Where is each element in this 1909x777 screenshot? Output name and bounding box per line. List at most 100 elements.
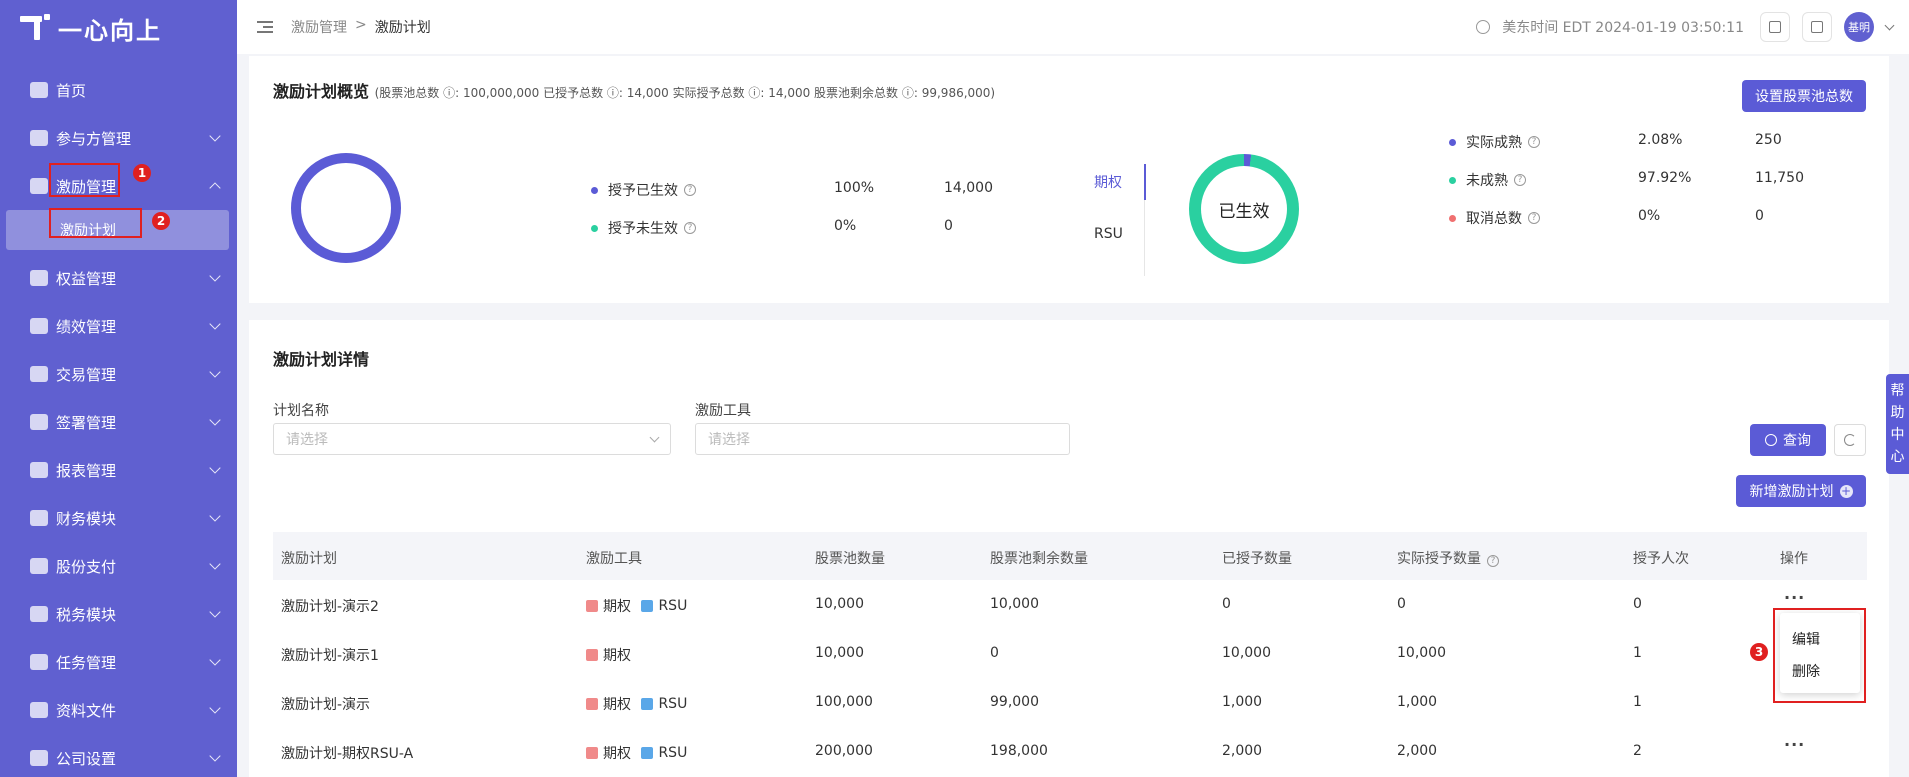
remain-cell: 0 [990, 645, 999, 661]
legend-value: 0 [944, 218, 953, 234]
sidebar-item-files[interactable]: 资料文件 [0, 686, 237, 734]
sidebar-item-label: 绩效管理 [56, 317, 117, 336]
chevron-down-icon[interactable] [1884, 20, 1895, 30]
sidebar-item-label: 签署管理 [56, 413, 117, 432]
overview-card: 激励计划概览 (股票池总数 ⓘ: 100,000,000 已授予总数 ⓘ: 14… [249, 56, 1889, 303]
granted-cell: 0 [1222, 596, 1231, 612]
tab-option[interactable]: 期权 [1094, 172, 1122, 192]
tool-tag-rsu: RSU [641, 696, 687, 712]
menu-collapse-icon[interactable] [257, 21, 273, 33]
reset-button[interactable] [1834, 424, 1866, 456]
sidebar-item-label: 权益管理 [56, 269, 117, 288]
column-header: 授予人次 [1633, 551, 1689, 567]
plan-name-cell[interactable]: 激励计划-期权RSU-A [281, 743, 413, 763]
sidebar-item-trade[interactable]: 交易管理 [0, 350, 237, 398]
home-icon [30, 82, 48, 98]
current-time: 美东时间 EDT 2024-01-19 03:50:11 [1502, 20, 1744, 36]
more-actions-button[interactable]: ··· [1784, 735, 1805, 754]
annotation-box-3 [1773, 608, 1866, 703]
search-icon [1765, 434, 1777, 446]
legend-value: 14,000 [944, 180, 993, 196]
pool-cell: 200,000 [815, 743, 873, 759]
plus-icon: + [1839, 483, 1853, 498]
avatar[interactable]: 基明 [1844, 12, 1874, 42]
remain-cell: 198,000 [990, 743, 1048, 759]
actual-cell: 2,000 [1397, 743, 1438, 759]
tab-rsu[interactable]: RSU [1094, 226, 1123, 242]
column-header: 实际授予数量? [1397, 548, 1499, 568]
help-icon[interactable]: ? [1514, 174, 1526, 186]
help-icon[interactable]: ? [1487, 555, 1499, 567]
help-tab-char: 中 [1890, 427, 1905, 443]
chevron-down-icon [209, 510, 221, 522]
sidebar-item-share-payment[interactable]: 股份支付 [0, 542, 237, 590]
chevron-down-icon [209, 702, 221, 714]
clipboard-icon [1769, 21, 1781, 33]
sidebar-item-finance[interactable]: 财务模块 [0, 494, 237, 542]
chevron-down-icon [209, 606, 221, 618]
table-row: 激励计划-期权RSU-A 期权 RSU 200,000 198,000 2,00… [273, 727, 1867, 776]
finance-icon [30, 510, 48, 526]
grant-donut-chart [291, 153, 401, 263]
help-icon[interactable]: ? [684, 184, 696, 196]
sidebar-item-home[interactable]: 首页 [0, 66, 237, 114]
set-pool-total-button[interactable]: 设置股票池总数 [1742, 80, 1866, 112]
add-plan-button[interactable]: 新增激励计划 + [1736, 475, 1866, 507]
legend-pct: 0% [834, 218, 857, 234]
chevron-down-icon [649, 432, 660, 443]
chevron-down-icon [209, 130, 221, 142]
tool-tag-label: RSU [658, 745, 688, 761]
clock-icon [1476, 20, 1491, 34]
sidebar-item-company-settings[interactable]: 公司设置 [0, 734, 237, 777]
query-button-label: 查询 [1783, 433, 1811, 449]
chevron-down-icon [209, 270, 221, 282]
option-icon [586, 747, 598, 759]
sidebar-item-performance[interactable]: 绩效管理 [0, 302, 237, 350]
more-actions-button[interactable]: ··· [1784, 588, 1805, 607]
tool-cell: 期权 RSU [586, 596, 693, 616]
tool-tag-label: 期权 [603, 648, 631, 664]
sidebar-item-participants[interactable]: 参与方管理 [0, 114, 237, 162]
equity-icon [30, 270, 48, 286]
sidebar-item-tax[interactable]: 税务模块 [0, 590, 237, 638]
annotation-number-2: 2 [152, 212, 170, 230]
legend-label: 未成熟 [1466, 173, 1508, 189]
tool-tag-option: 期权 [586, 743, 631, 763]
tool-cell: 期权 RSU [586, 743, 693, 763]
help-icon[interactable]: ? [684, 222, 696, 234]
breadcrumb-item[interactable]: 激励管理 [291, 17, 347, 37]
chevron-down-icon [209, 558, 221, 570]
sidebar-item-report[interactable]: 报表管理 [0, 446, 237, 494]
brand-logo[interactable]: 一心向上 [0, 0, 237, 56]
tab-divider [1144, 200, 1145, 276]
annotation-box-2 [49, 208, 142, 238]
legend-value: 11,750 [1755, 170, 1804, 186]
times-cell: 2 [1633, 743, 1642, 759]
sidebar-item-label: 股份支付 [56, 557, 117, 576]
option-icon [586, 649, 598, 661]
help-icon[interactable]: ? [1528, 212, 1540, 224]
plan-name-cell[interactable]: 激励计划-演示2 [281, 596, 379, 616]
query-button[interactable]: 查询 [1750, 424, 1826, 456]
option-icon [586, 698, 598, 710]
pool-cell: 10,000 [815, 596, 864, 612]
sidebar-item-sign[interactable]: 签署管理 [0, 398, 237, 446]
annotation-number-1: 1 [133, 164, 151, 182]
details-title: 激励计划详情 [273, 350, 370, 369]
notice-button[interactable] [1802, 12, 1832, 42]
task-list-button[interactable] [1760, 12, 1790, 42]
plan-name-cell[interactable]: 激励计划-演示 [281, 694, 370, 714]
annotation-number-3: 3 [1750, 643, 1768, 661]
incentive-icon [30, 178, 48, 194]
plan-name-select[interactable]: 请选择 [273, 423, 671, 455]
sidebar: 一心向上 首页 参与方管理 激励管理 激励计划 权益管理 绩效管理 交易管理 签… [0, 0, 237, 777]
sidebar-item-label: 税务模块 [56, 605, 117, 624]
help-icon[interactable]: ? [1528, 136, 1540, 148]
help-center-tab[interactable]: 帮 助 中 心 [1886, 374, 1909, 474]
company-settings-icon [30, 750, 48, 766]
tool-input[interactable]: 请选择 [695, 423, 1070, 455]
plan-name-cell[interactable]: 激励计划-演示1 [281, 645, 379, 665]
sidebar-item-task[interactable]: 任务管理 [0, 638, 237, 686]
table-row: 激励计划-演示2 期权 RSU 10,000 10,000 0 0 0 ··· [273, 580, 1867, 629]
sidebar-item-equity[interactable]: 权益管理 [0, 254, 237, 302]
